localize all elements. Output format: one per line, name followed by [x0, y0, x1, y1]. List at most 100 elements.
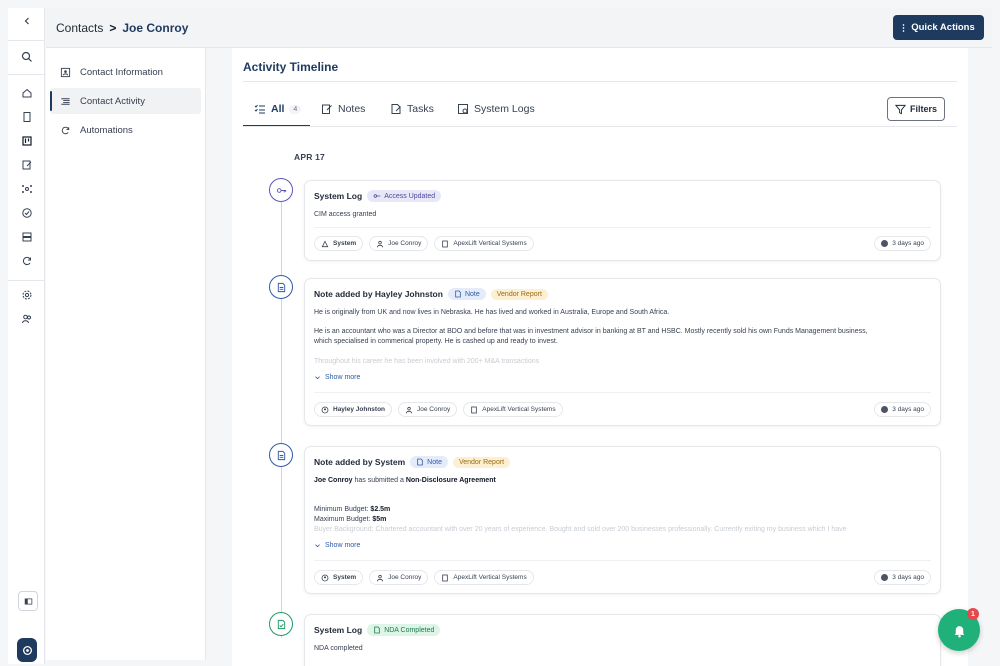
- timeline-dot: [269, 612, 293, 636]
- budget-max-line: Maximum Budget: $5m: [314, 515, 934, 525]
- contact-chip[interactable]: Joe Conroy: [369, 570, 429, 585]
- card-divider: [314, 560, 931, 561]
- edit-note-icon[interactable]: [8, 154, 45, 176]
- activity-card[interactable]: System Log NDA Completed NDA completed: [304, 614, 941, 666]
- breadcrumb-contacts[interactable]: Contacts: [56, 21, 103, 35]
- card-heading: Note added by Hayley Johnston: [314, 289, 443, 299]
- field-value: $5m: [372, 516, 387, 523]
- chip-label: Joe Conroy: [388, 574, 422, 581]
- chip-label: ApexLift Vertical Systems: [453, 574, 527, 581]
- title-divider: [243, 81, 957, 82]
- buyer-background-line: Buyer Background: Chartered accountant w…: [314, 525, 934, 535]
- search-icon[interactable]: [8, 46, 45, 68]
- badge-label: NDA Completed: [384, 626, 435, 634]
- author-chip[interactable]: System: [314, 236, 364, 251]
- chip-label: Hayley Johnston: [333, 406, 386, 413]
- icon-rail: [8, 8, 45, 664]
- company-chip[interactable]: ApexLift Vertical Systems: [463, 402, 563, 417]
- users-icon[interactable]: [8, 308, 45, 330]
- building-icon: [442, 240, 449, 247]
- company-chip[interactable]: ApexLift Vertical Systems: [434, 236, 534, 251]
- tab-tasks[interactable]: Tasks: [390, 103, 434, 115]
- card-divider: [314, 392, 931, 393]
- quick-actions-label: Quick Actions: [911, 22, 975, 33]
- tab-all-count: 4: [289, 104, 302, 114]
- user-circle-icon: [321, 574, 329, 581]
- field-value: $2.5m: [370, 506, 391, 513]
- show-more-label: Show more: [325, 542, 361, 549]
- timestamp: 3 days ago: [892, 574, 924, 581]
- subnav-label: Automations: [80, 124, 133, 136]
- show-more-link[interactable]: Show more: [314, 542, 360, 549]
- filters-button[interactable]: Filters: [887, 97, 945, 121]
- note-line: He is originally from UK and now lives i…: [314, 309, 670, 316]
- card-body: CIM access granted: [314, 211, 377, 218]
- card-chips: Hayley Johnston Joe Conroy ApexLift Vert…: [314, 402, 563, 417]
- key-icon: [276, 187, 286, 193]
- tab-all[interactable]: All 4: [254, 103, 302, 115]
- timeline-dot: [269, 275, 293, 299]
- note-line: which specialised in commerical property…: [314, 338, 558, 345]
- note-file-icon: [277, 450, 285, 460]
- panel-toggle-icon[interactable]: [18, 591, 38, 611]
- contact-card-icon: [60, 67, 71, 77]
- network-icon[interactable]: [8, 178, 45, 200]
- check-circle-icon[interactable]: [8, 202, 45, 224]
- document-name: Non-Disclosure Agreement: [405, 477, 496, 484]
- home-icon[interactable]: [8, 82, 45, 104]
- badge-label: Access Updated: [384, 192, 436, 200]
- subnav-automations[interactable]: Automations: [50, 117, 201, 143]
- kebab-icon: [902, 23, 905, 32]
- tabs-divider: [243, 126, 957, 127]
- document-icon[interactable]: [8, 106, 45, 128]
- note-badge: Note: [447, 288, 486, 300]
- card-heading: System Log: [314, 191, 363, 201]
- quick-actions-button[interactable]: Quick Actions: [893, 15, 984, 40]
- brand-logo[interactable]: [17, 638, 37, 662]
- timeline-dot: [269, 443, 293, 467]
- building-icon: [471, 406, 477, 413]
- author-chip[interactable]: System: [314, 570, 364, 585]
- tab-notes-label: Notes: [338, 103, 366, 115]
- note-line: He is an accountant who was a Director a…: [314, 328, 868, 335]
- note-file-icon: [417, 458, 423, 466]
- timeline-dot: [269, 178, 293, 202]
- sync-icon[interactable]: [8, 250, 45, 272]
- timeline-line: [281, 198, 282, 638]
- top-bar: Contacts > Joe Conroy Quick Actions: [46, 8, 992, 48]
- tab-system-logs[interactable]: System Logs: [457, 103, 535, 115]
- bell-icon: [954, 625, 964, 637]
- list-check-icon: [254, 104, 265, 114]
- subnav-contact-information[interactable]: Contact Information: [50, 59, 201, 85]
- rail-divider: [8, 74, 45, 75]
- system-icon: [321, 239, 329, 247]
- contact-chip[interactable]: Joe Conroy: [369, 236, 429, 251]
- settings-icon[interactable]: [8, 284, 45, 306]
- kanban-icon[interactable]: [8, 130, 45, 152]
- rail-divider: [8, 40, 45, 41]
- activity-card[interactable]: Note added by Hayley Johnston Note Vendo…: [304, 278, 941, 426]
- access-updated-badge: Access Updated: [367, 190, 442, 202]
- filters-label: Filters: [909, 104, 937, 114]
- subnav-label: Contact Information: [80, 66, 163, 78]
- activity-card[interactable]: System Log Access Updated CIM access gra…: [304, 180, 941, 261]
- budget-min-line: Minimum Budget: $2.5m: [314, 505, 934, 515]
- person-icon: [405, 406, 413, 413]
- database-icon[interactable]: [8, 226, 45, 248]
- subnav-contact-activity[interactable]: Contact Activity: [50, 88, 201, 114]
- person-icon: [377, 240, 384, 247]
- clock-icon: [881, 574, 889, 581]
- activity-card[interactable]: Note added by System Note Vendor Report …: [304, 446, 941, 594]
- show-more-link[interactable]: Show more: [314, 374, 360, 381]
- company-chip[interactable]: ApexLift Vertical Systems: [434, 570, 534, 585]
- chip-label: System: [333, 574, 357, 581]
- note-file-icon: [277, 282, 285, 292]
- contact-chip[interactable]: Joe Conroy: [398, 402, 458, 417]
- timestamp-chip: 3 days ago: [874, 236, 931, 251]
- tab-notes[interactable]: Notes: [321, 103, 365, 115]
- collapse-icon[interactable]: [8, 10, 45, 32]
- chip-label: Joe Conroy: [388, 240, 422, 247]
- author-chip[interactable]: Hayley Johnston: [314, 402, 393, 417]
- action-text: has submitted a: [352, 477, 406, 484]
- building-icon: [442, 574, 449, 581]
